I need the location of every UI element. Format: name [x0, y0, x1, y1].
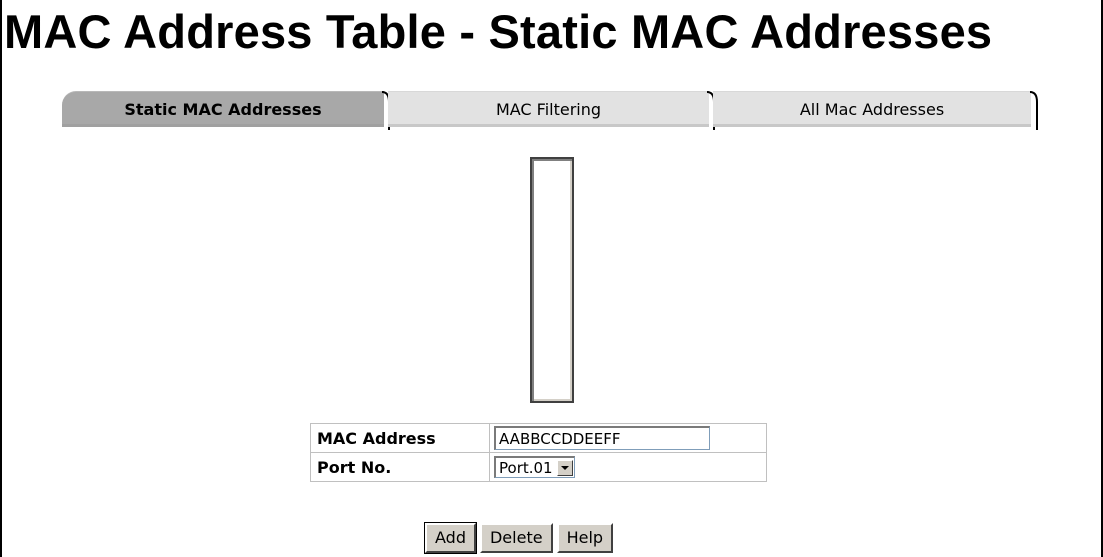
page-title: MAC Address Table - Static MAC Addresses: [4, 5, 993, 58]
mac-address-input[interactable]: [494, 426, 710, 450]
tab-all-mac-addresses[interactable]: All Mac Addresses: [713, 91, 1031, 127]
mac-entry-form: MAC Address Port No. Port.01: [310, 423, 767, 482]
mac-address-cell: [489, 423, 767, 453]
port-no-selected-value: Port.01: [499, 458, 553, 477]
tab-mac-filtering[interactable]: MAC Filtering: [388, 91, 709, 127]
tab-divider: [1029, 91, 1038, 130]
port-no-select[interactable]: Port.01: [494, 456, 575, 478]
action-buttons: Add Delete Help: [424, 522, 614, 554]
form-row-port-no: Port No. Port.01: [310, 452, 767, 482]
help-button[interactable]: Help: [556, 523, 614, 553]
port-no-cell: Port.01: [489, 452, 767, 482]
add-button[interactable]: Add: [424, 522, 477, 554]
form-row-mac-address: MAC Address: [310, 423, 767, 453]
static-mac-list[interactable]: [530, 157, 574, 403]
port-no-label: Port No.: [310, 452, 490, 482]
mac-address-label: MAC Address: [310, 423, 490, 453]
delete-button[interactable]: Delete: [479, 523, 553, 553]
tab-static-mac-addresses[interactable]: Static MAC Addresses: [62, 91, 384, 127]
chevron-down-icon[interactable]: [556, 459, 573, 476]
